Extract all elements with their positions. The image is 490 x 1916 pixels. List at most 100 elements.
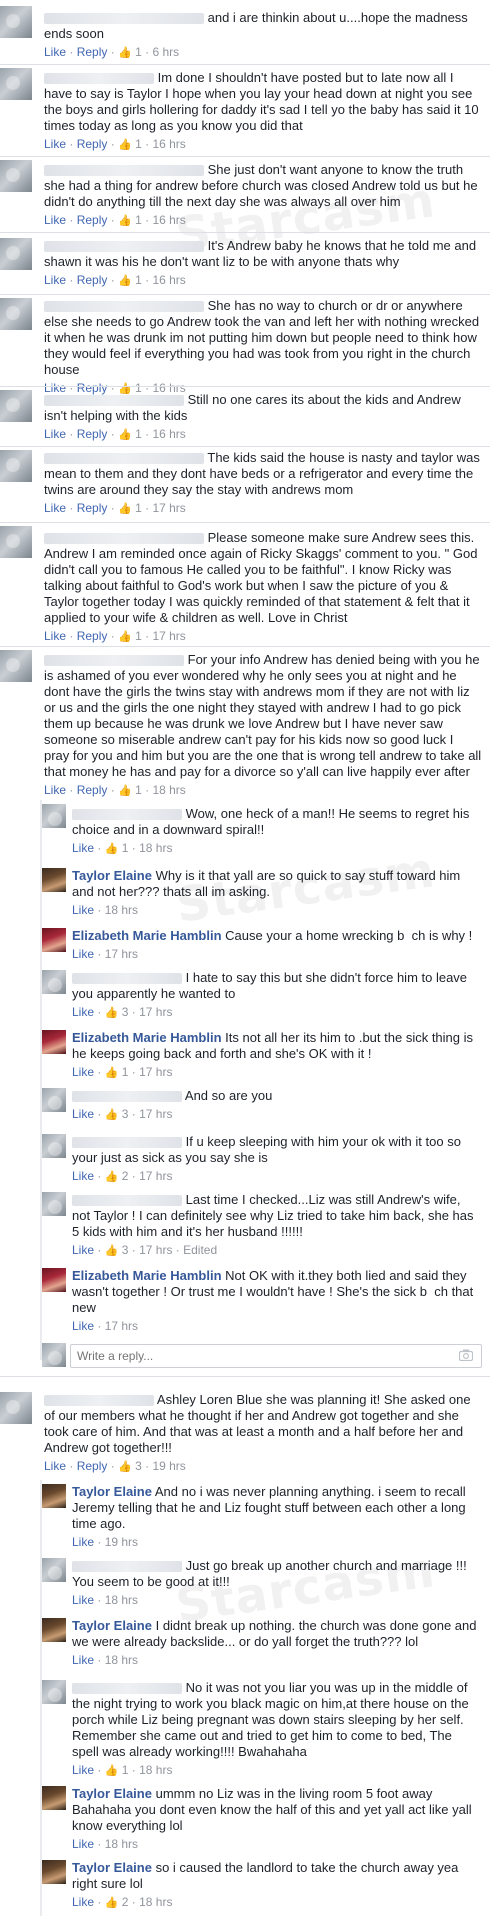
timestamp[interactable]: 17 hrs — [105, 947, 138, 961]
commenter-name[interactable] — [72, 1683, 182, 1695]
avatar[interactable] — [0, 68, 32, 100]
like-link[interactable]: Like — [72, 1319, 94, 1333]
reply-link[interactable]: Reply — [77, 783, 108, 797]
commenter-name[interactable]: Taylor Elaine — [72, 1860, 152, 1875]
like-link[interactable]: Like — [44, 273, 66, 287]
thumbs-up-icon[interactable]: 👍 — [105, 1765, 119, 1777]
timestamp[interactable]: 18 hrs — [139, 1895, 172, 1909]
like-link[interactable]: Like — [72, 1895, 94, 1909]
timestamp[interactable]: 16 hrs — [152, 273, 185, 287]
avatar[interactable] — [42, 1484, 66, 1508]
avatar[interactable] — [42, 928, 66, 952]
thumbs-up-icon[interactable]: 👍 — [118, 275, 132, 287]
avatar[interactable] — [42, 1088, 66, 1112]
like-link[interactable]: Like — [72, 1243, 94, 1257]
like-link[interactable]: Like — [44, 137, 66, 151]
commenter-name[interactable]: Taylor Elaine — [72, 1786, 152, 1801]
reply-box[interactable] — [70, 1344, 482, 1368]
avatar[interactable] — [0, 160, 32, 192]
commenter-name[interactable] — [72, 1137, 182, 1149]
like-link[interactable]: Like — [72, 1065, 94, 1079]
like-link[interactable]: Like — [72, 1169, 94, 1183]
reply-link[interactable]: Reply — [77, 427, 108, 441]
commenter-name[interactable] — [44, 533, 204, 545]
like-link[interactable]: Like — [72, 1593, 94, 1607]
avatar[interactable] — [42, 1860, 66, 1884]
commenter-name[interactable] — [72, 1091, 182, 1103]
avatar[interactable] — [42, 970, 66, 994]
avatar[interactable] — [0, 390, 32, 422]
commenter-name[interactable] — [72, 1195, 182, 1207]
commenter-name[interactable] — [44, 453, 204, 465]
timestamp[interactable]: 17 hrs — [139, 1065, 172, 1079]
reply-link[interactable]: Reply — [77, 45, 108, 59]
reply-link[interactable]: Reply — [77, 629, 108, 643]
avatar[interactable] — [0, 298, 32, 330]
commenter-name[interactable] — [72, 1561, 182, 1573]
avatar[interactable] — [42, 1786, 66, 1810]
reply-link[interactable]: Reply — [77, 273, 108, 287]
camera-icon[interactable] — [459, 1349, 473, 1361]
avatar[interactable] — [42, 868, 66, 892]
reply-link[interactable]: Reply — [77, 137, 108, 151]
thumbs-up-icon[interactable]: 👍 — [118, 503, 132, 515]
like-link[interactable]: Like — [44, 783, 66, 797]
commenter-name[interactable] — [44, 13, 204, 25]
like-link[interactable]: Like — [72, 841, 94, 855]
commenter-name[interactable] — [44, 165, 204, 177]
commenter-name[interactable] — [72, 973, 182, 985]
thumbs-up-icon[interactable]: 👍 — [105, 1245, 119, 1257]
thumbs-up-icon[interactable]: 👍 — [105, 1067, 119, 1079]
like-link[interactable]: Like — [44, 501, 66, 515]
avatar[interactable] — [42, 1134, 66, 1158]
timestamp[interactable]: 16 hrs — [152, 213, 185, 227]
avatar[interactable] — [42, 1680, 66, 1704]
like-link[interactable]: Like — [72, 1837, 94, 1851]
timestamp[interactable]: 18 hrs — [139, 1763, 172, 1777]
reply-link[interactable]: Reply — [77, 501, 108, 515]
timestamp[interactable]: 18 hrs — [105, 1593, 138, 1607]
timestamp[interactable]: 18 hrs — [152, 783, 185, 797]
timestamp[interactable]: 18 hrs — [105, 1837, 138, 1851]
avatar[interactable] — [0, 650, 32, 682]
timestamp[interactable]: 17 hrs — [139, 1005, 172, 1019]
timestamp[interactable]: 18 hrs — [105, 903, 138, 917]
avatar[interactable] — [42, 1558, 66, 1582]
timestamp[interactable]: 18 hrs — [105, 1653, 138, 1667]
commenter-name[interactable]: Elizabeth Marie Hamblin — [72, 1268, 222, 1283]
commenter-name[interactable]: Taylor Elaine — [72, 868, 152, 883]
thumbs-up-icon[interactable]: 👍 — [118, 1461, 132, 1473]
thumbs-up-icon[interactable]: 👍 — [118, 139, 132, 151]
avatar[interactable] — [0, 6, 32, 38]
thumbs-up-icon[interactable]: 👍 — [118, 429, 132, 441]
timestamp[interactable]: 19 hrs — [105, 1535, 138, 1549]
thumbs-up-icon[interactable]: 👍 — [105, 1897, 119, 1909]
timestamp[interactable]: 17 hrs — [105, 1319, 138, 1333]
commenter-name[interactable] — [44, 655, 184, 667]
avatar[interactable] — [0, 238, 32, 270]
like-link[interactable]: Like — [72, 1107, 94, 1121]
commenter-name[interactable]: Elizabeth Marie Hamblin — [72, 928, 222, 943]
like-link[interactable]: Like — [44, 1459, 66, 1473]
like-link[interactable]: Like — [72, 1535, 94, 1549]
thumbs-up-icon[interactable]: 👍 — [118, 631, 132, 643]
timestamp[interactable]: 16 hrs — [152, 137, 185, 151]
thumbs-up-icon[interactable]: 👍 — [105, 843, 119, 855]
like-link[interactable]: Like — [44, 427, 66, 441]
timestamp[interactable]: 17 hrs — [152, 629, 185, 643]
reply-link[interactable]: Reply — [77, 213, 108, 227]
like-link[interactable]: Like — [44, 629, 66, 643]
avatar[interactable] — [42, 1192, 66, 1216]
thumbs-up-icon[interactable]: 👍 — [118, 215, 132, 227]
thumbs-up-icon[interactable]: 👍 — [105, 1109, 119, 1121]
timestamp[interactable]: 19 hrs — [152, 1459, 185, 1473]
like-link[interactable]: Like — [72, 1005, 94, 1019]
like-link[interactable]: Like — [72, 947, 94, 961]
avatar[interactable] — [42, 804, 66, 828]
commenter-name[interactable] — [44, 301, 204, 313]
like-link[interactable]: Like — [44, 45, 66, 59]
commenter-name[interactable] — [44, 395, 184, 407]
avatar[interactable] — [42, 1618, 66, 1642]
thumbs-up-icon[interactable]: 👍 — [118, 47, 132, 59]
timestamp[interactable]: 17 hrs — [139, 1107, 172, 1121]
